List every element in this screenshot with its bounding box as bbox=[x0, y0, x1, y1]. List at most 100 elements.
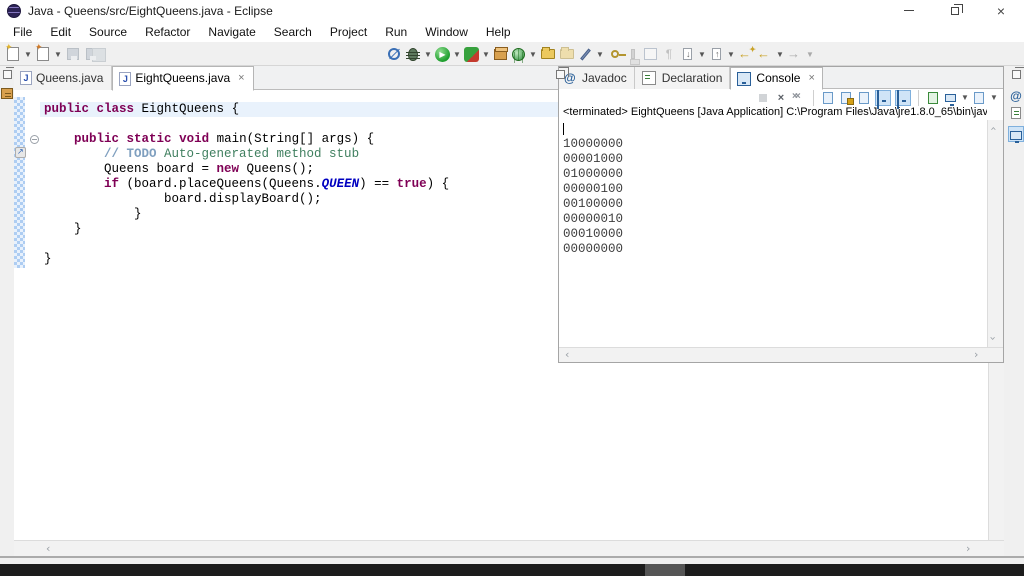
forward-icon[interactable]: → bbox=[787, 46, 803, 62]
open-console-icon[interactable] bbox=[974, 92, 984, 104]
taskbar-app-button[interactable] bbox=[645, 564, 685, 576]
java-file-icon: J bbox=[119, 72, 131, 86]
open-console-dropdown-icon[interactable]: ▼ bbox=[990, 93, 997, 102]
console-line: 01000000 bbox=[559, 167, 987, 182]
save-icon[interactable] bbox=[67, 48, 79, 60]
display-console-icon[interactable] bbox=[945, 94, 956, 102]
search-icon[interactable] bbox=[580, 48, 591, 60]
grid-icon[interactable] bbox=[644, 48, 657, 60]
open-folder-icon[interactable] bbox=[541, 49, 555, 59]
new-dropdown-icon[interactable]: ▼ bbox=[24, 50, 32, 59]
show-on-output-icon[interactable] bbox=[895, 90, 911, 106]
search-dropdown-icon[interactable]: ▼ bbox=[596, 50, 604, 59]
view-tab-declaration[interactable]: Declaration bbox=[635, 67, 731, 89]
menu-window[interactable]: Window bbox=[416, 22, 477, 42]
console-line: 00100000 bbox=[559, 197, 987, 212]
view-tab-console[interactable]: Console× bbox=[730, 67, 822, 90]
menu-refactor[interactable]: Refactor bbox=[136, 22, 199, 42]
coverage-dropdown-icon[interactable]: ▼ bbox=[482, 50, 490, 59]
debug-icon[interactable] bbox=[408, 48, 418, 61]
title-bar: Java - Queens/src/EightQueens.java - Ecl… bbox=[0, 0, 1024, 22]
run-icon[interactable]: ▶ bbox=[435, 47, 450, 62]
close-tab-icon[interactable]: × bbox=[238, 67, 244, 90]
editor-horizontal-scrollbar[interactable]: ‹ › bbox=[14, 540, 1004, 556]
editor-tab-label: EightQueens.java bbox=[135, 67, 230, 90]
menu-source[interactable]: Source bbox=[80, 22, 136, 42]
last-edit-location-icon[interactable]: ← bbox=[738, 46, 754, 62]
restore-pane-icon[interactable] bbox=[556, 70, 565, 79]
console-toolbar: × ▼ ▼ bbox=[559, 89, 1003, 106]
menu-project[interactable]: Project bbox=[321, 22, 376, 42]
browser-dropdown-icon[interactable]: ▼ bbox=[529, 50, 537, 59]
open-file-icon[interactable] bbox=[560, 49, 574, 59]
menu-help[interactable]: Help bbox=[477, 22, 520, 42]
scroll-down-icon[interactable]: › bbox=[987, 336, 1000, 340]
debug-dropdown-icon[interactable]: ▼ bbox=[424, 50, 432, 59]
menu-search[interactable]: Search bbox=[265, 22, 321, 42]
console-line: 00000000 bbox=[559, 242, 987, 257]
show-whitespace-icon[interactable]: ¶ bbox=[661, 46, 677, 62]
web-browser-icon[interactable] bbox=[512, 48, 525, 61]
display-console-dropdown-icon[interactable]: ▼ bbox=[961, 93, 968, 102]
restore-button[interactable] bbox=[932, 0, 978, 22]
launch-marker-icon[interactable] bbox=[15, 147, 26, 158]
restore-pane-icon[interactable] bbox=[1012, 70, 1021, 79]
scroll-left-icon[interactable]: ‹ bbox=[565, 348, 569, 361]
scroll-up-icon[interactable]: › bbox=[987, 126, 1000, 130]
format-icon[interactable] bbox=[631, 49, 635, 59]
console-line: 00001000 bbox=[559, 152, 987, 167]
left-view-bar bbox=[0, 66, 14, 560]
declaration-view-icon[interactable] bbox=[1009, 106, 1023, 120]
javadoc-view-icon[interactable]: @ bbox=[1009, 87, 1023, 101]
new-java-project-icon[interactable] bbox=[494, 49, 507, 60]
scroll-right-icon[interactable]: › bbox=[966, 542, 970, 555]
new-java-element-icon[interactable] bbox=[37, 47, 49, 61]
scroll-right-icon[interactable]: › bbox=[974, 348, 978, 361]
previous-annotation-dropdown-icon[interactable]: ▼ bbox=[727, 50, 735, 59]
close-tab-icon[interactable]: × bbox=[808, 68, 814, 89]
console-line: 00000010 bbox=[559, 212, 987, 227]
pin-console-icon[interactable] bbox=[875, 90, 891, 106]
console-horizontal-scrollbar[interactable]: ‹ › bbox=[559, 347, 1003, 362]
close-button[interactable]: × bbox=[978, 0, 1024, 22]
skip-all-breakpoints-icon[interactable] bbox=[388, 48, 400, 60]
previous-annotation-icon[interactable] bbox=[712, 48, 721, 60]
next-annotation-icon[interactable] bbox=[683, 48, 692, 60]
menu-run[interactable]: Run bbox=[376, 22, 416, 42]
menu-file[interactable]: File bbox=[4, 22, 41, 42]
remove-launch-icon[interactable]: × bbox=[774, 91, 788, 105]
package-explorer-icon[interactable] bbox=[0, 87, 14, 101]
editor-tab-label: Queens.java bbox=[36, 67, 103, 90]
menu-navigate[interactable]: Navigate bbox=[199, 22, 264, 42]
restore-pane-icon[interactable] bbox=[3, 70, 12, 79]
terminate-icon[interactable] bbox=[759, 94, 767, 102]
fold-collapse-icon[interactable] bbox=[30, 135, 39, 144]
menu-edit[interactable]: Edit bbox=[41, 22, 80, 42]
editor-tab-EightQueens.java[interactable]: J EightQueens.java × bbox=[112, 66, 253, 91]
console-view-icon[interactable] bbox=[1008, 126, 1024, 142]
next-annotation-dropdown-icon[interactable]: ▼ bbox=[698, 50, 706, 59]
back-dropdown-icon[interactable]: ▼ bbox=[776, 50, 784, 59]
run-dropdown-icon[interactable]: ▼ bbox=[453, 50, 461, 59]
console-vertical-scrollbar[interactable]: › › bbox=[987, 120, 1003, 347]
word-wrap-icon[interactable] bbox=[859, 92, 869, 104]
forward-dropdown-icon[interactable]: ▼ bbox=[806, 50, 814, 59]
scroll-lock-icon[interactable] bbox=[841, 92, 851, 104]
minimize-button[interactable] bbox=[886, 0, 932, 22]
console-output[interactable]: 1000000000001000010000000000010000100000… bbox=[559, 122, 987, 257]
console-line: 00010000 bbox=[559, 227, 987, 242]
range-indicator bbox=[14, 97, 25, 268]
clear-console-icon[interactable] bbox=[823, 92, 833, 104]
back-icon[interactable]: ← bbox=[757, 46, 773, 62]
save-all-icon[interactable] bbox=[86, 48, 98, 60]
new-java-dropdown-icon[interactable]: ▼ bbox=[54, 50, 62, 59]
scroll-left-icon[interactable]: ‹ bbox=[46, 542, 50, 555]
editor-tab-Queens.java[interactable]: JQueens.java bbox=[14, 66, 112, 90]
coverage-icon[interactable] bbox=[464, 47, 479, 62]
new-wizard-icon[interactable] bbox=[7, 47, 19, 61]
external-tools-icon[interactable] bbox=[611, 50, 619, 58]
console-cursor-line bbox=[559, 122, 987, 137]
remove-all-terminated-icon[interactable] bbox=[792, 91, 806, 105]
view-tab-javadoc[interactable]: @Javadoc bbox=[559, 67, 635, 89]
open-launch-icon[interactable] bbox=[928, 92, 938, 104]
